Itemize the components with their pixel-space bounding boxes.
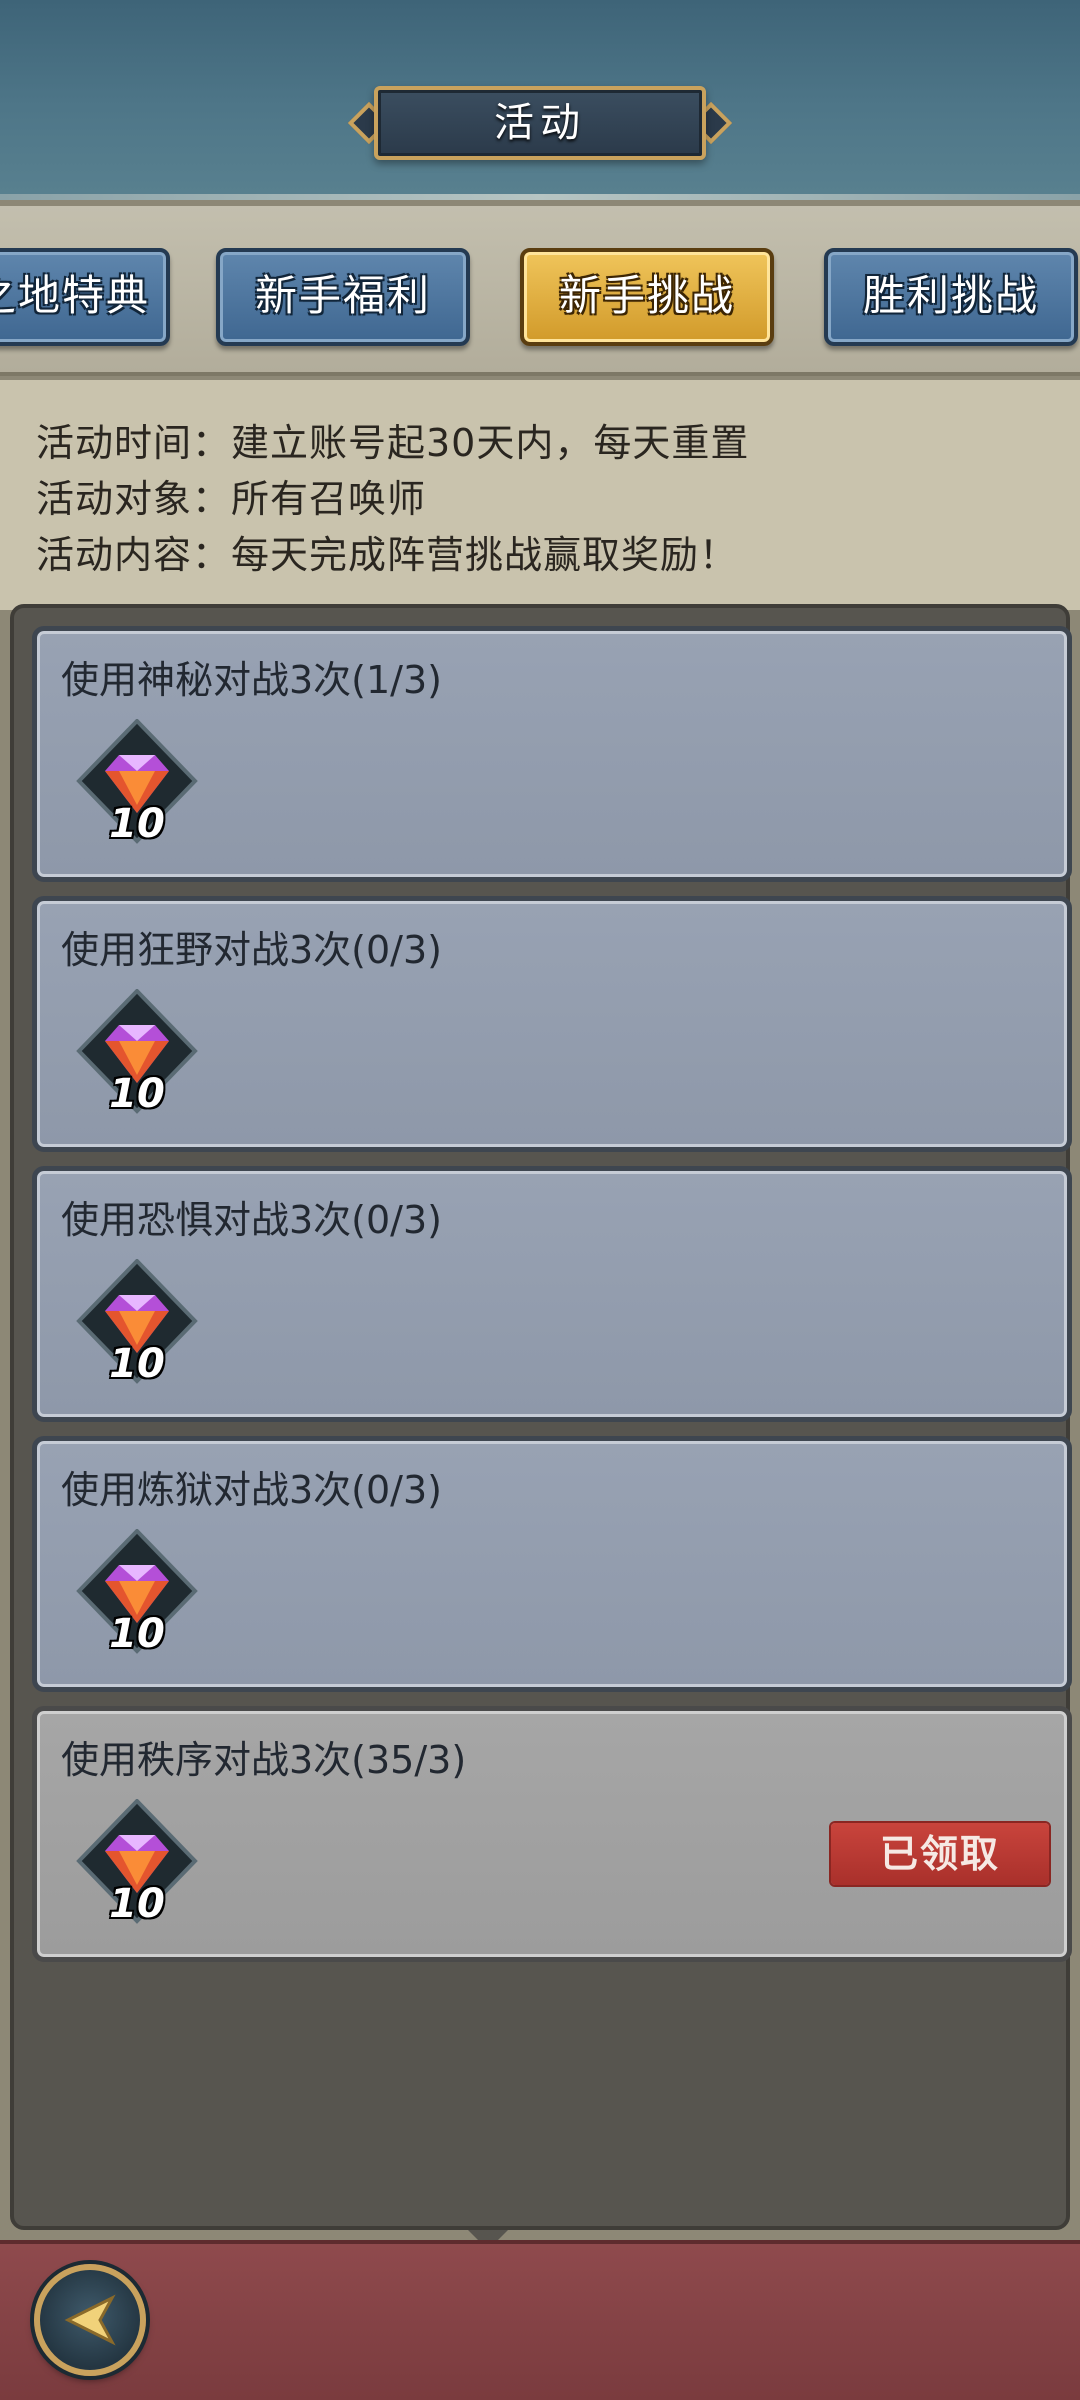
tab-victory-challenge[interactable]: 胜利挑战 [824,248,1078,346]
task-title: 使用炼狱对战3次(0/3) [61,1468,442,1512]
tab-newbie-challenge[interactable]: 新手挑战 [520,248,774,346]
event-target-text: 活动对象：所有召唤师 [36,477,427,521]
task-card: 使用恐惧对战3次(0/3) 10 [32,1166,1072,1422]
task-card: 使用狂野对战3次(0/3) 10 [32,896,1072,1152]
task-title: 使用秩序对战3次(35/3) [61,1738,467,1782]
claimed-badge: 已领取 [831,1823,1049,1885]
task-list[interactable]: 使用神秘对战3次(1/3) 10 使用狂野对战3次(0/3) 10 使用恐惧对战… [10,604,1072,2230]
tab-bar: 之地特典 新手福利 新手挑战 胜利挑战 [0,206,1080,376]
reward-count: 10 [109,1341,165,1387]
tab-region-special[interactable]: 之地特典 [0,248,170,346]
event-content-text: 活动内容：每天完成阵营挑战赢取奖励！ [36,533,739,577]
task-card: 使用秩序对战3次(35/3) 10 已领取 [32,1706,1072,1962]
back-arrow-icon [64,2294,116,2346]
footer-bar [0,2240,1080,2400]
reward-count: 10 [109,1881,165,1927]
reward-count: 10 [109,801,165,847]
reward-count: 10 [109,1071,165,1117]
back-button[interactable] [34,2264,146,2376]
event-time-text: 活动时间：建立账号起30天内，每天重置 [36,421,750,465]
tab-newbie-benefits[interactable]: 新手福利 [216,248,470,346]
task-title: 使用神秘对战3次(1/3) [61,658,442,702]
task-title: 使用狂野对战3次(0/3) [61,928,442,972]
page-title: 活动 [494,100,586,146]
reward-count: 10 [109,1611,165,1657]
event-info: 活动时间：建立账号起30天内，每天重置 活动对象：所有召唤师 活动内容：每天完成… [0,380,1080,610]
task-title: 使用恐惧对战3次(0/3) [61,1198,442,1242]
title-plate: 活动 [347,82,733,164]
task-card: 使用炼狱对战3次(0/3) 10 [32,1436,1072,1692]
header-bar: 活动 [0,0,1080,200]
task-card: 使用神秘对战3次(1/3) 10 [32,626,1072,882]
